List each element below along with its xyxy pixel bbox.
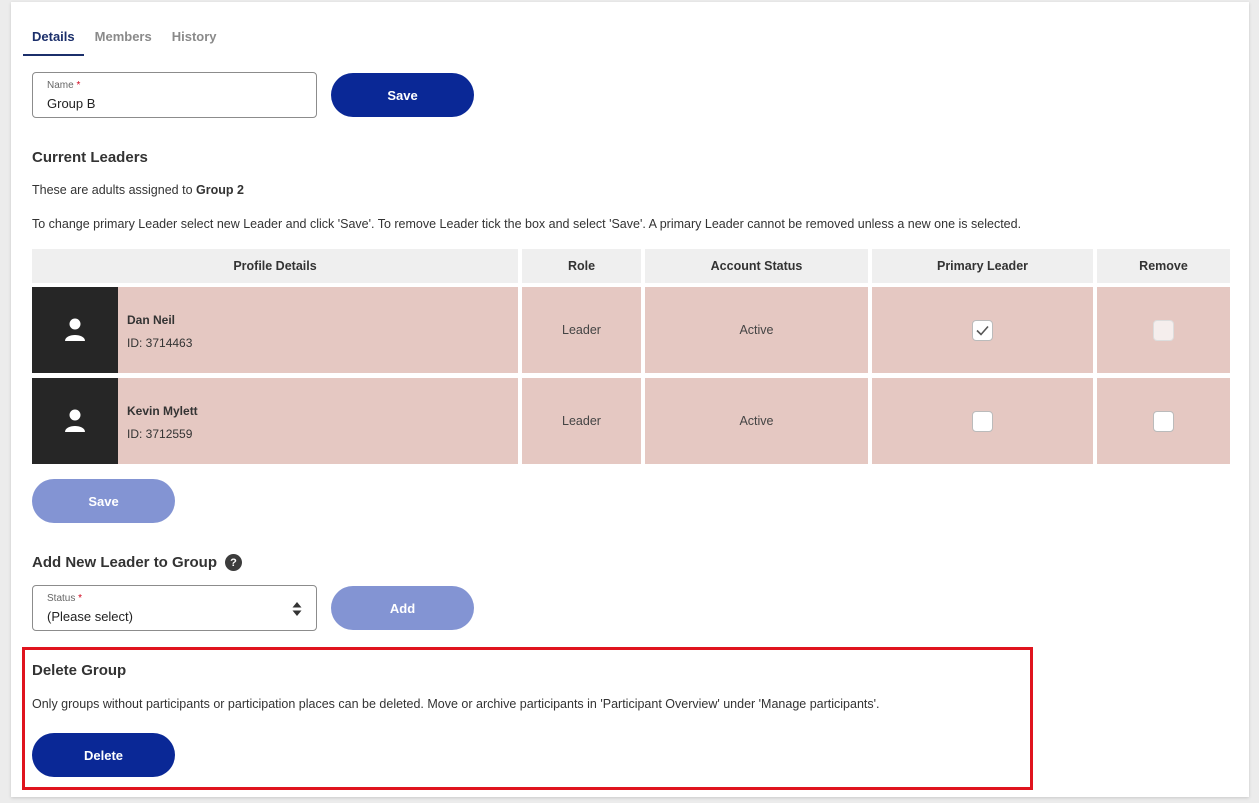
column-header-role: Role: [522, 249, 641, 283]
user-icon: [65, 409, 85, 432]
status-select-value: (Please select): [47, 609, 133, 624]
leader-id: ID: 3712559: [127, 427, 193, 441]
sort-arrows-icon: [292, 602, 302, 616]
column-header-remove: Remove: [1097, 249, 1230, 283]
delete-group-highlight: [22, 647, 1033, 790]
checkmark-icon: [976, 325, 989, 336]
account-status-cell: Active: [645, 287, 868, 373]
assigned-text: These are adults assigned to Group 2: [32, 183, 244, 197]
primary-leader-cell: [872, 378, 1093, 464]
current-leaders-heading: Current Leaders: [32, 149, 148, 166]
remove-cell: [1097, 287, 1230, 373]
column-header-primary-leader: Primary Leader: [872, 249, 1093, 283]
name-field-label: Name *: [47, 80, 81, 91]
leader-name: Dan Neil: [127, 313, 176, 327]
primary-leader-checkbox[interactable]: [972, 319, 993, 341]
leader-id: ID: 3714463: [127, 336, 193, 350]
profile-details: Kevin Mylett ID: 3712559: [127, 404, 198, 441]
profile-details: Dan Neil ID: 3714463: [127, 313, 192, 350]
tab-details[interactable]: Details: [23, 20, 84, 56]
leader-instructions: To change primary Leader select new Lead…: [32, 217, 1022, 231]
user-icon: [65, 318, 85, 341]
add-leader-button[interactable]: Add: [331, 586, 474, 630]
assigned-group-name: Group 2: [196, 183, 244, 197]
name-input[interactable]: [47, 96, 287, 111]
tab-history[interactable]: History: [163, 20, 226, 56]
remove-cell: [1097, 378, 1230, 464]
save-name-button[interactable]: Save: [331, 73, 474, 117]
name-field[interactable]: Name *: [32, 72, 317, 118]
tab-bar: Details Members History: [23, 20, 228, 56]
primary-leader-checkbox[interactable]: [972, 410, 993, 432]
avatar: [32, 287, 118, 373]
remove-checkbox: [1153, 319, 1174, 341]
primary-leader-cell: [872, 287, 1093, 373]
tab-members[interactable]: Members: [86, 20, 161, 56]
leader-name: Kevin Mylett: [127, 404, 198, 418]
account-status-cell: Active: [645, 378, 868, 464]
remove-checkbox[interactable]: [1153, 410, 1174, 432]
add-leader-heading: Add New Leader to Group: [32, 554, 218, 571]
status-select-label: Status *: [47, 593, 83, 604]
column-header-profile: Profile Details: [32, 249, 518, 283]
role-cell: Leader: [522, 287, 641, 373]
help-icon[interactable]: ?: [225, 554, 242, 571]
column-header-account-status: Account Status: [645, 249, 868, 283]
role-cell: Leader: [522, 378, 641, 464]
status-select[interactable]: Status * (Please select): [32, 585, 317, 631]
avatar: [32, 378, 118, 464]
save-leaders-button[interactable]: Save: [32, 479, 175, 523]
